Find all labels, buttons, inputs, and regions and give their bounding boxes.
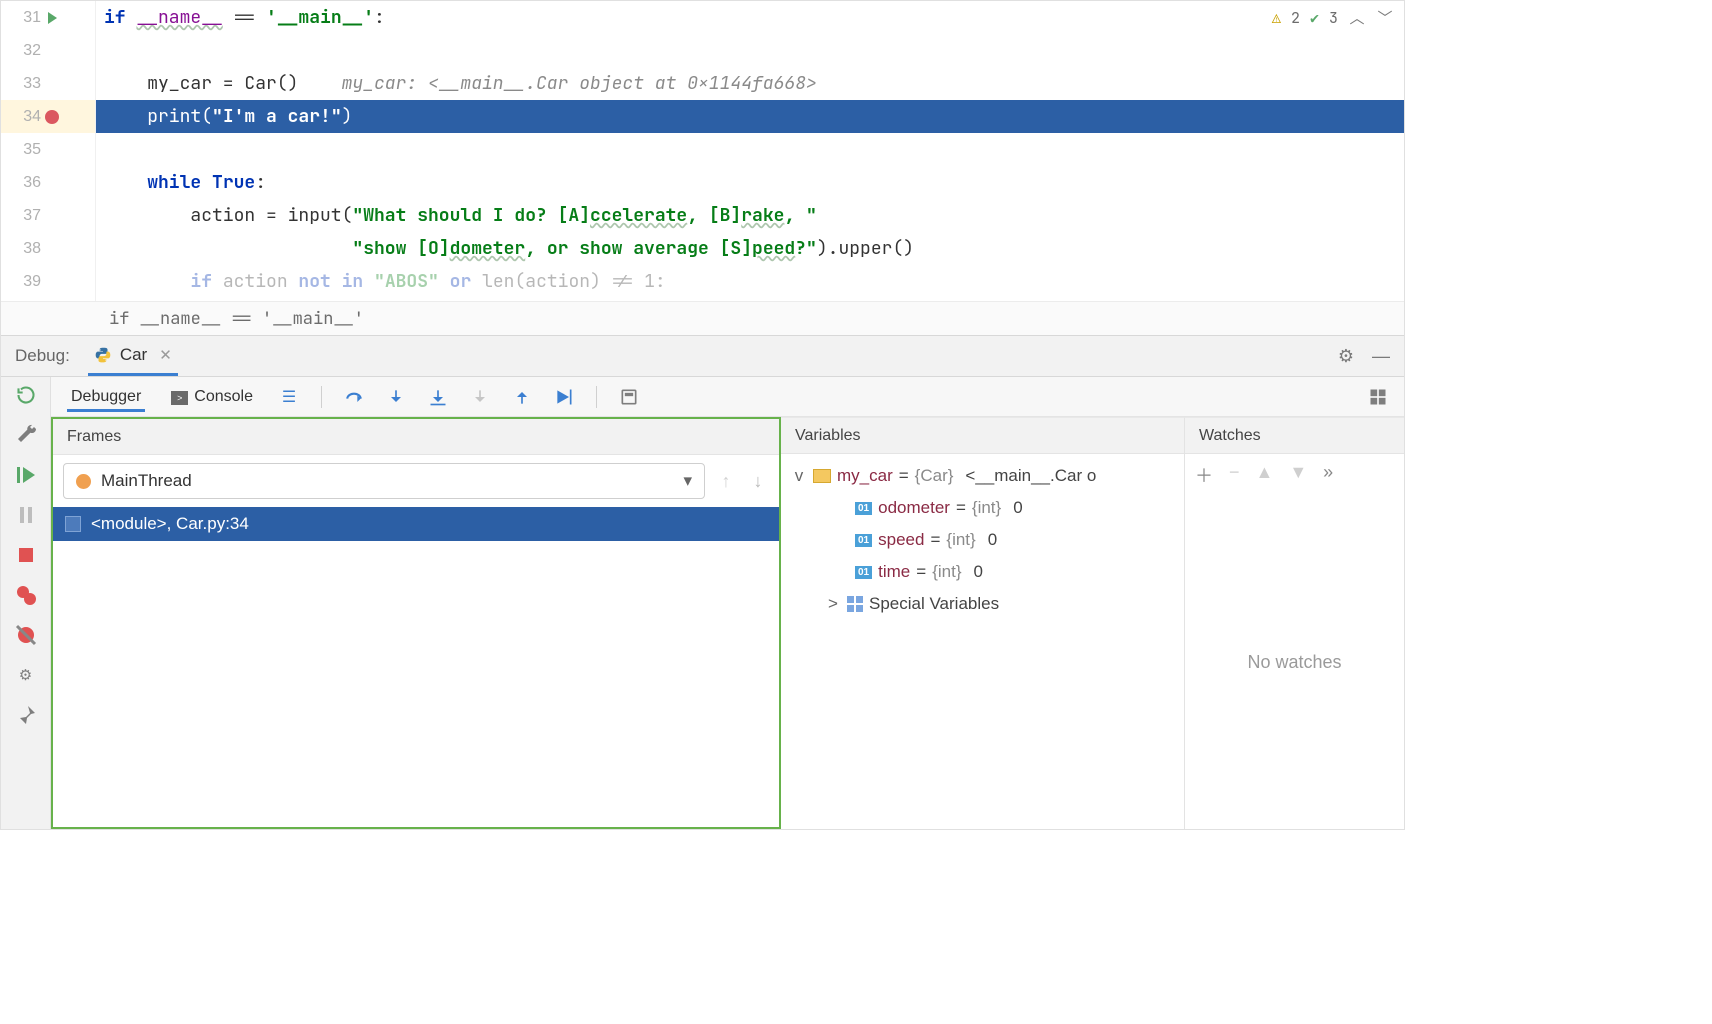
variable-node[interactable]: 01 odometer = {int} 0 <box>791 492 1174 524</box>
frames-title: Frames <box>53 419 779 455</box>
code-line[interactable]: "show [O]dometer, or show average [S]pee… <box>96 232 1404 265</box>
gutter-line[interactable]: 35 <box>1 133 95 166</box>
code-line[interactable]: if __name__ == '__main__': <box>96 1 1404 34</box>
gutter-line[interactable]: 33 <box>1 67 95 100</box>
debug-left-rail: ⚙ <box>1 377 51 829</box>
code-area[interactable]: ⚠2 ✔3 ︿ ﹀ if __name__ == '__main__': my_… <box>96 1 1404 301</box>
pause-icon[interactable] <box>14 503 38 527</box>
code-line[interactable] <box>96 34 1404 67</box>
mute-breakpoints-icon[interactable] <box>14 623 38 647</box>
gutter-line[interactable]: 37 <box>1 199 95 232</box>
int-icon: 01 <box>855 534 872 547</box>
check-icon[interactable]: ✔ <box>1310 8 1319 28</box>
chevron-down-icon[interactable]: ﹀ <box>1376 7 1394 28</box>
variable-node[interactable]: 01 time = {int} 0 <box>791 556 1174 588</box>
more-icon[interactable]: » <box>1323 462 1333 488</box>
code-line[interactable]: my_car = Car() my_car: <__main__.Car obj… <box>96 67 1404 100</box>
code-line[interactable]: while True: <box>96 166 1404 199</box>
breakpoint-icon[interactable] <box>45 110 59 124</box>
code-line[interactable]: action = input("What should I do? [A]cce… <box>96 199 1404 232</box>
tab-debugger[interactable]: Debugger <box>67 382 145 412</box>
code-line[interactable] <box>96 133 1404 166</box>
breadcrumb[interactable]: if __name__ == '__main__' <box>1 301 1404 335</box>
gutter-line[interactable]: 38 <box>1 232 95 265</box>
gutter-line[interactable]: 32 <box>1 34 95 67</box>
special-vars-icon <box>847 596 863 612</box>
object-icon <box>813 469 831 483</box>
run-icon[interactable] <box>48 12 57 24</box>
move-up-icon[interactable]: ▲ <box>1256 462 1274 488</box>
wrench-icon[interactable] <box>14 423 38 447</box>
gear-icon[interactable]: ⚙ <box>1338 346 1354 367</box>
watches-title: Watches <box>1185 418 1404 454</box>
debug-label: Debug: <box>15 346 70 366</box>
next-frame-icon[interactable]: ↓ <box>747 471 769 492</box>
code-line-current[interactable]: print("I'm a car!") <box>96 100 1404 133</box>
move-down-icon[interactable]: ▼ <box>1289 462 1307 488</box>
evaluate-icon[interactable] <box>619 387 639 407</box>
prev-frame-icon[interactable]: ↑ <box>715 471 737 492</box>
chevron-down-icon[interactable]: ▾ <box>683 471 692 491</box>
inspections: ⚠2 ✔3 ︿ ﹀ <box>1272 7 1394 28</box>
remove-watch-icon[interactable]: − <box>1229 462 1240 488</box>
debug-toolwindow-header: Debug: Car ✕ ⚙ — <box>1 335 1404 377</box>
stop-icon[interactable] <box>14 543 38 567</box>
variables-panel: Variables v my_car = {Car} <__main__.Car… <box>781 417 1184 829</box>
variables-title: Variables <box>781 418 1184 454</box>
rerun-icon[interactable] <box>14 383 38 407</box>
gutter-line-breakpoint[interactable]: 34 <box>1 100 95 133</box>
threads-icon[interactable]: ☰ <box>279 387 299 407</box>
gutter-line[interactable]: 36 <box>1 166 95 199</box>
variable-node[interactable]: 01 speed = {int} 0 <box>791 524 1174 556</box>
frames-panel: Frames MainThread ▾ ↑ ↓ <module>, Car.py <box>51 417 781 829</box>
variable-node[interactable]: > Special Variables <box>791 588 1174 620</box>
int-icon: 01 <box>855 502 872 515</box>
console-icon: > <box>171 391 188 405</box>
pin-icon[interactable] <box>14 703 38 727</box>
thread-selector[interactable]: MainThread ▾ <box>63 463 705 499</box>
close-icon[interactable]: ✕ <box>159 346 172 364</box>
gutter-line[interactable]: 39 <box>1 265 95 298</box>
code-line[interactable]: if action not in "ABOS" or len(action) !… <box>96 265 1404 298</box>
variable-node[interactable]: v my_car = {Car} <__main__.Car o <box>791 460 1174 492</box>
int-icon: 01 <box>855 566 872 579</box>
debug-sub-toolbar: Debugger >Console ☰ <box>51 377 1404 417</box>
step-out-icon[interactable] <box>512 387 532 407</box>
expand-icon[interactable]: > <box>825 594 841 614</box>
settings-icon[interactable]: ⚙ <box>14 663 38 687</box>
frame-icon <box>65 516 81 532</box>
layout-icon[interactable] <box>1368 387 1388 407</box>
stack-frame[interactable]: <module>, Car.py:34 <box>53 507 779 541</box>
add-watch-icon[interactable]: ＋ <box>1195 462 1213 488</box>
step-over-icon[interactable] <box>344 387 364 407</box>
expand-icon[interactable]: v <box>791 466 807 486</box>
thread-status-icon <box>76 474 91 489</box>
python-icon <box>94 346 112 364</box>
tab-console[interactable]: >Console <box>167 382 257 412</box>
watches-empty: No watches <box>1185 496 1404 829</box>
run-to-cursor-icon[interactable] <box>554 387 574 407</box>
chevron-up-icon[interactable]: ︿ <box>1348 7 1366 28</box>
warning-icon[interactable]: ⚠ <box>1272 8 1281 28</box>
step-into-my-code-icon[interactable] <box>428 387 448 407</box>
debug-run-tab[interactable]: Car ✕ <box>88 336 178 376</box>
gutter-line[interactable]: 31 <box>1 1 95 34</box>
force-step-into-icon[interactable] <box>470 387 490 407</box>
minimize-icon[interactable]: — <box>1372 346 1390 367</box>
gutter: 31 32 33 34 35 36 37 38 39 <box>1 1 96 301</box>
view-breakpoints-icon[interactable] <box>14 583 38 607</box>
step-into-icon[interactable] <box>386 387 406 407</box>
resume-icon[interactable] <box>14 463 38 487</box>
watches-panel: Watches ＋ − ▲ ▼ » No watches <box>1184 417 1404 829</box>
editor: 31 32 33 34 35 36 37 38 39 ⚠2 ✔3 ︿ ﹀ if … <box>1 1 1404 301</box>
debug-body: ⚙ Debugger >Console ☰ Frames <box>1 377 1404 829</box>
